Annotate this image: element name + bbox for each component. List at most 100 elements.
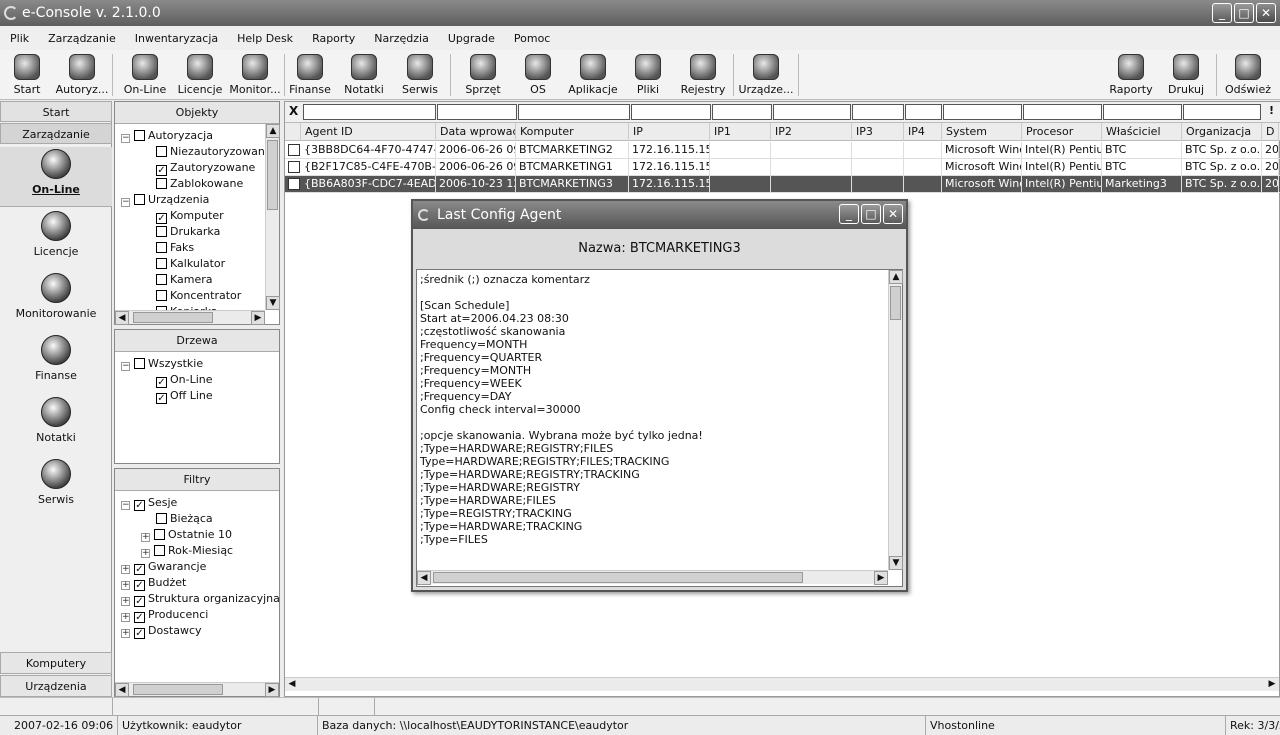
- expand-icon[interactable]: +: [121, 565, 130, 574]
- checkbox[interactable]: [134, 194, 145, 205]
- objekty-item[interactable]: Kamera: [156, 272, 213, 288]
- col-ip[interactable]: IP: [629, 123, 710, 141]
- menu-raporty[interactable]: Raporty: [312, 32, 355, 45]
- toolbar-monitorowanie-button[interactable]: Monitor...: [225, 52, 285, 96]
- filtry-item[interactable]: + ✓ Producenci: [121, 607, 208, 623]
- filter-input-wlasciciel[interactable]: [1103, 104, 1182, 120]
- toolbar-serwis-button[interactable]: Serwis: [390, 52, 450, 96]
- toolbar-os-button[interactable]: OS: [508, 52, 568, 96]
- checkbox[interactable]: [154, 529, 165, 540]
- objekty-item[interactable]: Drukarka: [156, 224, 220, 240]
- filter-input-system[interactable]: [943, 104, 1022, 120]
- grid-hscroll[interactable]: ◀ ▶: [285, 677, 1279, 691]
- drzewa-item[interactable]: ✓ Off Line: [156, 388, 213, 404]
- collapse-icon[interactable]: −: [121, 134, 130, 143]
- nav-item-notatki[interactable]: Notatki: [0, 397, 112, 457]
- filtry-item[interactable]: + ✓ Gwarancje: [121, 559, 206, 575]
- objekty-item[interactable]: ✓ Zautoryzowane: [156, 160, 255, 176]
- col-komputer[interactable]: Komputer: [516, 123, 629, 141]
- toolbar-start-button[interactable]: Start: [0, 52, 57, 96]
- filtry-item[interactable]: + ✓ Dostawcy: [121, 623, 202, 639]
- toolbar-drukuj-button[interactable]: Drukuj: [1156, 52, 1216, 96]
- toolbar-notatki-button[interactable]: Notatki: [334, 52, 394, 96]
- toolbar-rejestry-button[interactable]: Rejestry: [673, 52, 733, 96]
- menu-narzedzia[interactable]: Narzędzia: [374, 32, 429, 45]
- toolbar-urzadzenia-button[interactable]: Urządze...: [736, 52, 796, 96]
- checkbox[interactable]: ✓: [156, 377, 167, 388]
- col-d[interactable]: D: [1262, 123, 1279, 141]
- nav-zarzadzanie-header[interactable]: Zarządzanie: [0, 123, 112, 144]
- collapse-icon[interactable]: −: [121, 198, 130, 207]
- filter-input-ip1[interactable]: [712, 104, 772, 120]
- col-wlasciciel[interactable]: Właściciel: [1102, 123, 1182, 141]
- clear-filter-button[interactable]: X: [289, 104, 298, 118]
- expand-icon[interactable]: +: [121, 629, 130, 638]
- menu-pomoc[interactable]: Pomoc: [514, 32, 550, 45]
- menu-zarzadzanie[interactable]: Zarządzanie: [48, 32, 116, 45]
- filter-input-ip2[interactable]: [773, 104, 851, 120]
- menu-plik[interactable]: Plik: [10, 32, 29, 45]
- filter-input-komputer[interactable]: [518, 104, 630, 120]
- objekty-item[interactable]: − Urządzenia: [121, 192, 209, 208]
- col-system[interactable]: System: [942, 123, 1022, 141]
- toolbar-autoryzacja-button[interactable]: Autoryz...: [52, 52, 112, 96]
- collapse-icon[interactable]: −: [121, 501, 130, 510]
- col-ip3[interactable]: IP3: [852, 123, 904, 141]
- nav-start-header[interactable]: Start: [0, 101, 112, 122]
- expand-icon[interactable]: +: [121, 581, 130, 590]
- filtry-item[interactable]: − ✓ Sesje: [121, 495, 177, 511]
- toolbar-sprzet-button[interactable]: Sprzęt: [453, 52, 513, 96]
- filter-input-procesor[interactable]: [1023, 104, 1102, 120]
- filter-input-organizacja[interactable]: [1183, 104, 1261, 120]
- expand-icon[interactable]: +: [141, 549, 150, 558]
- toolbar-odswiez-button[interactable]: Odśwież: [1218, 52, 1278, 96]
- maximize-button[interactable]: □: [1234, 3, 1254, 23]
- drzewa-item[interactable]: − Wszystkie: [121, 356, 203, 372]
- checkbox[interactable]: [154, 545, 165, 556]
- filtry-item[interactable]: + ✓ Struktura organizacyjna: [121, 591, 280, 607]
- dialog-minimize-button[interactable]: _: [839, 204, 859, 224]
- objekty-item[interactable]: ✓ Komputer: [156, 208, 224, 224]
- checkbox[interactable]: [156, 274, 167, 285]
- table-row[interactable]: {BB6A803F-CDC7-4EAD- 2006-10-23 12 BTCMARK…: [285, 176, 1280, 193]
- checkbox[interactable]: ✓: [134, 580, 145, 591]
- filtry-item[interactable]: + Rok-Miesiąc: [141, 543, 233, 559]
- checkbox[interactable]: [156, 513, 167, 524]
- objekty-item[interactable]: Kalkulator: [156, 256, 225, 272]
- col-organizacja[interactable]: Organizacja: [1182, 123, 1262, 141]
- table-row[interactable]: {B2F17C85-C4FE-470B- 2006-06-26 09 BTCMARK…: [285, 159, 1280, 176]
- checkbox[interactable]: ✓: [134, 628, 145, 639]
- collapse-icon[interactable]: −: [121, 362, 130, 371]
- col-agent-id[interactable]: Agent ID: [301, 123, 436, 141]
- toolbar-licencje-button[interactable]: Licencje: [170, 52, 230, 96]
- menu-inwentaryzacja[interactable]: Inwentaryzacja: [135, 32, 218, 45]
- checkbox[interactable]: ✓: [156, 393, 167, 404]
- col-procesor[interactable]: Procesor: [1022, 123, 1102, 141]
- row-checkbox[interactable]: [288, 144, 300, 156]
- menu-help-desk[interactable]: Help Desk: [237, 32, 293, 45]
- nav-item-licencje[interactable]: Licencje: [0, 211, 112, 271]
- toolbar-online-button[interactable]: On-Line: [115, 52, 175, 96]
- checkbox[interactable]: ✓: [134, 596, 145, 607]
- col-ip1[interactable]: IP1: [710, 123, 771, 141]
- checkbox[interactable]: ✓: [156, 213, 167, 224]
- nav-item-online[interactable]: On-Line: [0, 147, 112, 207]
- checkbox[interactable]: ✓: [134, 564, 145, 575]
- objekty-item[interactable]: Faks: [156, 240, 194, 256]
- objekty-item[interactable]: Koncentrator: [156, 288, 241, 304]
- nav-item-finanse[interactable]: Finanse: [0, 335, 112, 395]
- expand-icon[interactable]: +: [121, 613, 130, 622]
- objekty-item[interactable]: Niezautoryzowane: [156, 144, 272, 160]
- config-text-area[interactable]: ;średnik (;) oznacza komentarz [Scan Sch…: [416, 269, 903, 587]
- row-checkbox[interactable]: [288, 161, 300, 173]
- dialog-maximize-button[interactable]: □: [861, 204, 881, 224]
- checkbox[interactable]: ✓: [156, 165, 167, 176]
- expand-icon[interactable]: +: [121, 597, 130, 606]
- checkbox[interactable]: [156, 178, 167, 189]
- nav-komputery-button[interactable]: Komputery: [0, 652, 112, 674]
- filter-input-ip4[interactable]: [905, 104, 942, 120]
- toolbar-aplikacje-button[interactable]: Aplikacje: [563, 52, 623, 96]
- menu-upgrade[interactable]: Upgrade: [448, 32, 495, 45]
- objekty-hscroll[interactable]: ◀ ▶: [115, 310, 265, 325]
- drzewa-item[interactable]: ✓ On-Line: [156, 372, 213, 388]
